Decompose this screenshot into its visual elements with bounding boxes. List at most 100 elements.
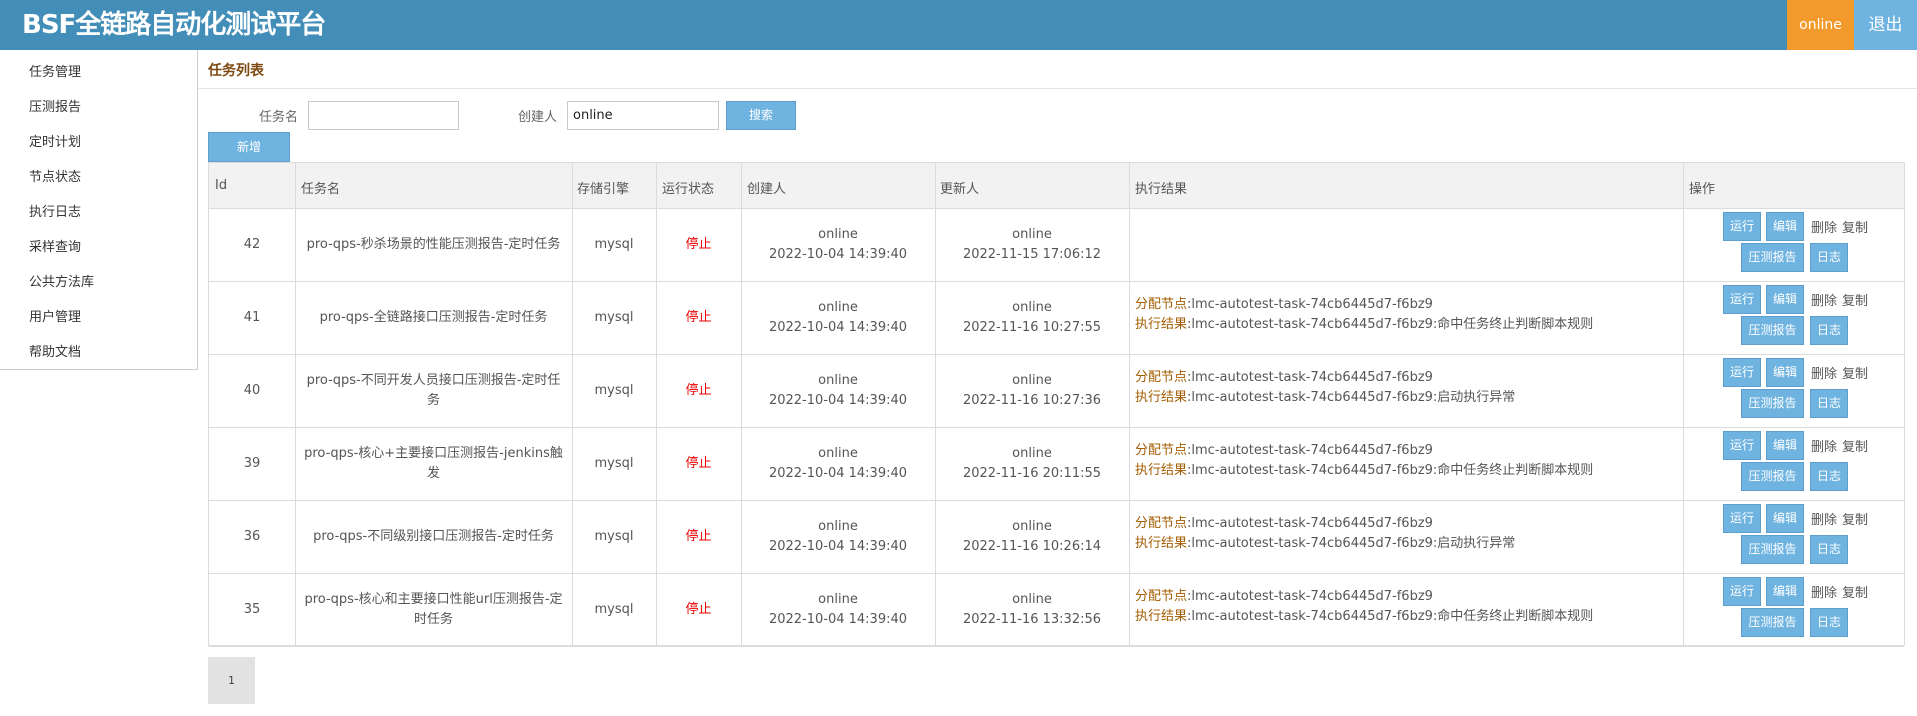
col-creator-header: 创建人 <box>747 182 787 197</box>
copy-link[interactable]: 复制 <box>1842 509 1868 528</box>
sidebar-item-schedule[interactable]: 定时计划 <box>29 131 81 150</box>
edit-button[interactable]: 编辑 <box>1766 504 1804 533</box>
delete-link[interactable]: 删除 <box>1811 217 1837 236</box>
result-key: 执行结果 <box>1135 390 1188 405</box>
edit-button[interactable]: 编辑 <box>1766 285 1804 314</box>
row-updated-time: 2022-11-16 10:27:55 <box>962 319 1102 335</box>
log-button[interactable]: 日志 <box>1810 535 1848 564</box>
sidebar-item-node-status[interactable]: 节点状态 <box>29 166 81 185</box>
row-status: 停止 <box>685 528 712 544</box>
log-button[interactable]: 日志 <box>1810 389 1848 418</box>
copy-link[interactable]: 复制 <box>1842 582 1868 601</box>
delete-link[interactable]: 删除 <box>1811 290 1837 309</box>
report-button[interactable]: 压测报告 <box>1741 316 1804 345</box>
row-created-time: 2022-10-04 14:39:40 <box>768 538 908 554</box>
sidebar-item-exec-log[interactable]: 执行日志 <box>29 201 81 220</box>
log-button[interactable]: 日志 <box>1810 462 1848 491</box>
run-button[interactable]: 运行 <box>1723 431 1761 460</box>
task-name-label: 任务名 <box>259 110 299 125</box>
copy-link[interactable]: 复制 <box>1842 290 1868 309</box>
row-created-time: 2022-10-04 14:39:40 <box>768 319 908 335</box>
delete-link[interactable]: 删除 <box>1811 436 1837 455</box>
sidebar-item-help-docs[interactable]: 帮助文档 <box>29 341 81 360</box>
edit-button[interactable]: 编辑 <box>1766 431 1804 460</box>
row-status: 停止 <box>685 309 712 325</box>
row-id: 35 <box>243 601 261 617</box>
table-header: Id 任务名 存储引擎 运行状态 创建人 更新人 执行结果 操作 <box>209 163 1904 209</box>
row-updater-cell: online 2022-11-15 17:06:12 <box>935 208 1129 281</box>
delete-link[interactable]: 删除 <box>1811 509 1837 528</box>
node-value: :lmc-autotest-task-74cb6445d7-f6bz9 <box>1187 370 1433 385</box>
row-engine: mysql <box>594 601 634 617</box>
run-button[interactable]: 运行 <box>1723 504 1761 533</box>
run-button[interactable]: 运行 <box>1723 358 1761 387</box>
row-id: 40 <box>243 382 261 398</box>
row-result: 分配节点:lmc-autotest-task-74cb6445d7-f6bz9 … <box>1135 441 1675 481</box>
add-task-button[interactable]: 新增 <box>208 132 290 162</box>
delete-link[interactable]: 删除 <box>1811 582 1837 601</box>
copy-link[interactable]: 复制 <box>1842 436 1868 455</box>
sidebar-item-common-lib[interactable]: 公共方法库 <box>29 271 94 290</box>
copy-link[interactable]: 复制 <box>1842 217 1868 236</box>
run-button[interactable]: 运行 <box>1723 285 1761 314</box>
row-task-name: pro-qps-核心和主要接口性能url压测报告-定时任务 <box>304 591 563 627</box>
row-updater-cell: online 2022-11-16 20:11:55 <box>935 427 1129 500</box>
logout-button[interactable]: 退出 <box>1854 0 1917 50</box>
row-creator-cell: online 2022-10-04 14:39:40 <box>741 208 935 281</box>
node-value: :lmc-autotest-task-74cb6445d7-f6bz9 <box>1187 516 1433 531</box>
table-row: 40 pro-qps-不同开发人员接口压测报告-定时任务 mysql 停止 on… <box>209 354 1904 428</box>
brand-title: BSF全链路自动化测试平台 <box>22 10 326 40</box>
report-button[interactable]: 压测报告 <box>1741 535 1804 564</box>
row-status: 停止 <box>685 601 712 617</box>
run-button[interactable]: 运行 <box>1723 577 1761 606</box>
sidebar-item-user-manage[interactable]: 用户管理 <box>29 306 81 325</box>
row-updated-time: 2022-11-16 10:27:36 <box>962 392 1102 408</box>
task-name-input[interactable] <box>308 101 459 130</box>
row-created-time: 2022-10-04 14:39:40 <box>768 611 908 627</box>
report-button[interactable]: 压测报告 <box>1741 243 1804 272</box>
result-value: :lmc-autotest-task-74cb6445d7-f6bz9:启动执行… <box>1187 536 1516 551</box>
table-row: 39 pro-qps-核心+主要接口压测报告-jenkins触发 mysql 停… <box>209 427 1904 501</box>
row-updated-time: 2022-11-16 20:11:55 <box>962 465 1102 481</box>
current-user-badge[interactable]: online <box>1787 0 1854 50</box>
report-button[interactable]: 压测报告 <box>1741 389 1804 418</box>
sidebar-item-load-report[interactable]: 压测报告 <box>29 96 81 115</box>
col-engine-header: 存储引擎 <box>577 182 630 197</box>
row-creator-cell: online 2022-10-04 14:39:40 <box>741 500 935 573</box>
result-value: :lmc-autotest-task-74cb6445d7-f6bz9:命中任务… <box>1187 317 1594 332</box>
row-created-time: 2022-10-04 14:39:40 <box>768 392 908 408</box>
edit-button[interactable]: 编辑 <box>1766 358 1804 387</box>
node-value: :lmc-autotest-task-74cb6445d7-f6bz9 <box>1187 589 1433 604</box>
row-result: 分配节点:lmc-autotest-task-74cb6445d7-f6bz9 … <box>1135 368 1675 408</box>
copy-link[interactable]: 复制 <box>1842 363 1868 382</box>
row-created-time: 2022-10-04 14:39:40 <box>768 465 908 481</box>
col-result-header: 执行结果 <box>1135 182 1188 197</box>
row-updater: online <box>1012 372 1052 388</box>
result-key: 执行结果 <box>1135 609 1188 624</box>
sidebar-item-task-manage[interactable]: 任务管理 <box>29 61 81 80</box>
row-updated-time: 2022-11-16 10:26:14 <box>962 538 1102 554</box>
edit-button[interactable]: 编辑 <box>1766 212 1804 241</box>
top-bar: BSF全链路自动化测试平台 online 退出 <box>0 0 1917 50</box>
log-button[interactable]: 日志 <box>1810 243 1848 272</box>
row-engine: mysql <box>594 528 634 544</box>
run-button[interactable]: 运行 <box>1723 212 1761 241</box>
log-button[interactable]: 日志 <box>1810 608 1848 637</box>
edit-button[interactable]: 编辑 <box>1766 577 1804 606</box>
creator-input[interactable] <box>567 101 719 130</box>
node-key: 分配节点 <box>1135 443 1188 458</box>
result-key: 执行结果 <box>1135 317 1188 332</box>
report-button[interactable]: 压测报告 <box>1741 608 1804 637</box>
sidebar-item-sample-query[interactable]: 采样查询 <box>29 236 81 255</box>
result-value: :lmc-autotest-task-74cb6445d7-f6bz9:启动执行… <box>1187 390 1516 405</box>
search-button[interactable]: 搜索 <box>726 101 796 130</box>
pagination-page-1[interactable]: 1 <box>208 657 255 704</box>
row-engine: mysql <box>594 382 634 398</box>
page-title: 任务列表 <box>208 63 264 79</box>
delete-link[interactable]: 删除 <box>1811 363 1837 382</box>
log-button[interactable]: 日志 <box>1810 316 1848 345</box>
report-button[interactable]: 压测报告 <box>1741 462 1804 491</box>
row-result: 分配节点:lmc-autotest-task-74cb6445d7-f6bz9 … <box>1135 587 1675 627</box>
node-key: 分配节点 <box>1135 516 1188 531</box>
row-updated-time: 2022-11-16 13:32:56 <box>962 611 1102 627</box>
